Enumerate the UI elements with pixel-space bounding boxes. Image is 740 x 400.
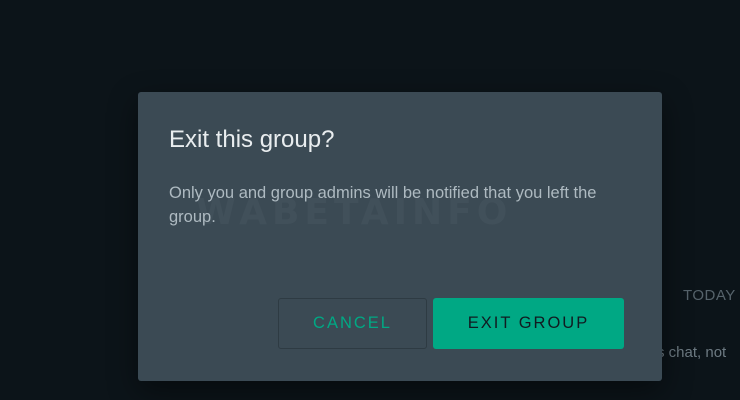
message-preview-text: s chat, not [657, 344, 727, 361]
date-divider-label: TODAY [683, 287, 736, 304]
exit-group-dialog: WABETAINFO Exit this group? Only you and… [138, 92, 662, 381]
dialog-title: Exit this group? [169, 126, 335, 153]
cancel-button[interactable]: CANCEL [278, 298, 427, 349]
dialog-message: Only you and group admins will be notifi… [169, 184, 597, 226]
exit-group-button[interactable]: EXIT GROUP [433, 298, 624, 349]
